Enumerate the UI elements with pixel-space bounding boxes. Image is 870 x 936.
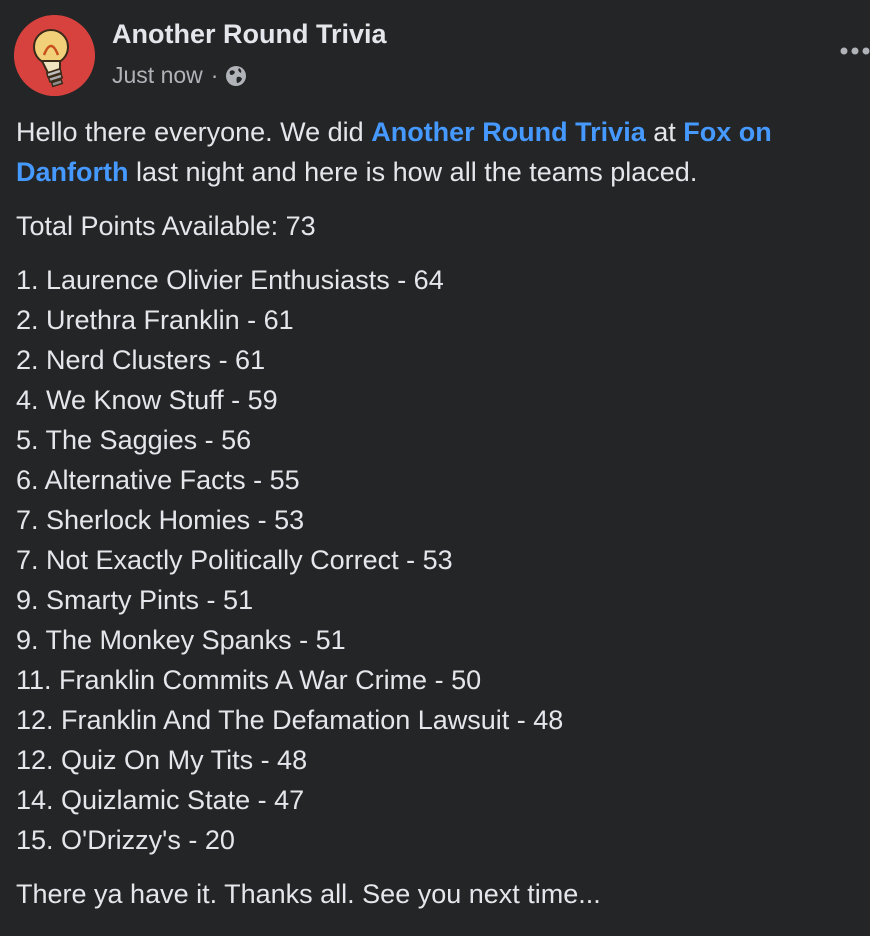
standings-item: 4. We Know Stuff - 59 bbox=[16, 385, 278, 415]
more-options-icon[interactable] bbox=[840, 36, 870, 66]
standings-item: 2. Urethra Franklin - 61 bbox=[16, 305, 294, 335]
standings-item: 5. The Saggies - 56 bbox=[16, 425, 252, 455]
page-avatar[interactable] bbox=[14, 15, 95, 96]
standings-item: 9. The Monkey Spanks - 51 bbox=[16, 625, 346, 655]
post-intro: Hello there everyone. We did Another Rou… bbox=[16, 112, 862, 192]
standings-item: 2. Nerd Clusters - 61 bbox=[16, 345, 266, 375]
intro-text-2: at bbox=[645, 117, 684, 147]
standings-item: 12. Franklin And The Defamation Lawsuit … bbox=[16, 705, 564, 735]
standings-list: 1. Laurence Olivier Enthusiasts - 64 2. … bbox=[16, 260, 862, 860]
standings-item: 7. Sherlock Homies - 53 bbox=[16, 505, 305, 535]
standings-item: 12. Quiz On My Tits - 48 bbox=[16, 745, 308, 775]
standings-item: 6. Alternative Facts - 55 bbox=[16, 465, 300, 495]
standings-item: 1. Laurence Olivier Enthusiasts - 64 bbox=[16, 265, 444, 295]
page-name-link[interactable]: Another Round Trivia bbox=[112, 19, 387, 50]
standings-item: 7. Not Exactly Politically Correct - 53 bbox=[16, 545, 453, 575]
meta-separator: · bbox=[210, 62, 219, 88]
intro-text-3: last night and here is how all the teams… bbox=[128, 157, 698, 187]
standings-item: 11. Franklin Commits A War Crime - 50 bbox=[16, 665, 482, 695]
lightbulb-logo-icon bbox=[14, 15, 95, 96]
closing-text: There ya have it. Thanks all. See you ne… bbox=[16, 879, 601, 909]
facebook-post: Another Round Trivia Just now · Hello th… bbox=[0, 0, 870, 936]
intro-text-1: Hello there everyone. We did bbox=[16, 117, 372, 147]
post-meta: Just now · bbox=[112, 62, 248, 89]
standings-item: 14. Quizlamic State - 47 bbox=[16, 785, 305, 815]
globe-icon[interactable] bbox=[224, 64, 248, 88]
standings-item: 15. O'Drizzy's - 20 bbox=[16, 825, 235, 855]
total-points: Total Points Available: 73 bbox=[16, 211, 316, 241]
another-round-trivia-link[interactable]: Another Round Trivia bbox=[371, 117, 646, 147]
standings-item: 9. Smarty Pints - 51 bbox=[16, 585, 254, 615]
post-timestamp[interactable]: Just now bbox=[112, 62, 203, 89]
post-body: Hello there everyone. We did Another Rou… bbox=[16, 112, 862, 914]
